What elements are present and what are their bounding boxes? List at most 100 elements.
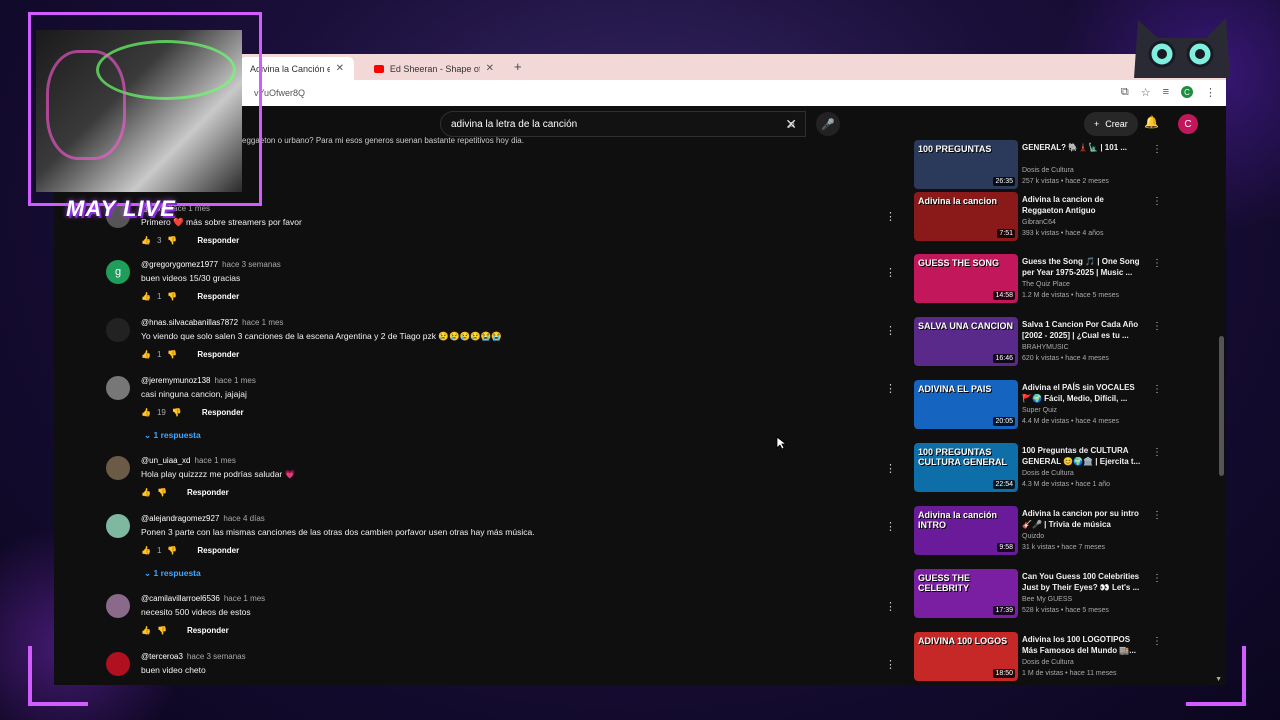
channel-name[interactable]: The Quiz Place bbox=[1022, 281, 1070, 288]
browser-menu-icon[interactable]: ⋮ bbox=[1205, 86, 1216, 99]
video-item[interactable]: 100 PREGUNTAS 26:35 GENERAL? 🐘🗼🗽 | 101 ..… bbox=[914, 140, 1164, 196]
avatar[interactable] bbox=[106, 594, 130, 618]
video-thumbnail[interactable]: GUESS THE CELEBRITY 17:39 bbox=[914, 569, 1018, 618]
video-thumbnail[interactable]: ADIVINA EL PAIS 20:05 bbox=[914, 380, 1018, 429]
more-options-icon[interactable]: ⋮ bbox=[1152, 573, 1162, 584]
video-title[interactable]: GENERAL? 🐘🗼🗽 | 101 ... bbox=[1022, 142, 1146, 153]
comment-time[interactable]: hace 4 días bbox=[223, 514, 264, 523]
comment-time[interactable]: hace 1 mes bbox=[195, 456, 236, 465]
video-thumbnail[interactable]: 100 PREGUNTAS 26:35 bbox=[914, 140, 1018, 189]
queue-icon[interactable]: ≡ bbox=[1163, 86, 1169, 99]
video-item[interactable]: Adivina la cancion 7:51 Adivina la cancio… bbox=[914, 192, 1164, 248]
video-title[interactable]: Salva 1 Cancion Por Cada Año [2002 - 202… bbox=[1022, 319, 1146, 341]
more-options-icon[interactable]: ⋮ bbox=[1152, 636, 1162, 647]
close-icon[interactable]: ✕ bbox=[336, 63, 344, 74]
more-options-icon[interactable]: ⋮ bbox=[885, 382, 896, 395]
more-options-icon[interactable]: ⋮ bbox=[885, 462, 896, 475]
dislike-icon[interactable]: 👎 bbox=[167, 546, 177, 555]
channel-name[interactable]: Dosis de Cultura bbox=[1022, 167, 1074, 174]
video-item[interactable]: Adivina la canción INTRO 9:58 Adivina la … bbox=[914, 506, 1164, 562]
dislike-icon[interactable]: 👎 bbox=[167, 236, 177, 245]
video-thumbnail[interactable]: SALVA UNA CANCION 16:46 bbox=[914, 317, 1018, 366]
create-button[interactable]: + Crear bbox=[1084, 112, 1138, 136]
video-thumbnail[interactable]: 100 PREGUNTAS CULTURA GENERAL 22:54 bbox=[914, 443, 1018, 492]
dislike-icon[interactable]: 👎 bbox=[167, 350, 177, 359]
like-icon[interactable]: 👍 bbox=[141, 408, 151, 417]
more-options-icon[interactable]: ⋮ bbox=[1152, 321, 1162, 332]
avatar[interactable] bbox=[106, 514, 130, 538]
more-options-icon[interactable]: ⋮ bbox=[1152, 258, 1162, 269]
comment-author[interactable]: @jeremymunoz138 bbox=[141, 376, 210, 385]
channel-name[interactable]: Bee My GUESS bbox=[1022, 596, 1072, 603]
reply-button[interactable]: Responder bbox=[187, 626, 229, 635]
video-item[interactable]: 100 PREGUNTAS CULTURA GENERAL 22:54 100 P… bbox=[914, 443, 1164, 499]
reply-button[interactable]: Responder bbox=[197, 546, 239, 555]
more-options-icon[interactable]: ⋮ bbox=[885, 520, 896, 533]
avatar[interactable] bbox=[106, 456, 130, 480]
video-title[interactable]: Adivina la cancion de Reggaeton Antiguo bbox=[1022, 194, 1146, 216]
video-item[interactable]: ADIVINA EL PAIS 20:05 Adivina el PAÍS sin… bbox=[914, 380, 1164, 436]
avatar[interactable] bbox=[106, 652, 130, 676]
channel-name[interactable]: Dosis de Cultura bbox=[1022, 659, 1074, 666]
dislike-icon[interactable]: 👎 bbox=[167, 292, 177, 301]
more-options-icon[interactable]: ⋮ bbox=[1152, 510, 1162, 521]
comment-time[interactable]: hace 1 mes bbox=[224, 594, 265, 603]
tab-ed-sheeran[interactable]: Ed Sheeran - Shape of You [Off ✕ bbox=[364, 57, 504, 80]
new-tab-button[interactable]: + bbox=[514, 59, 522, 74]
avatar[interactable]: g bbox=[106, 260, 130, 284]
dislike-icon[interactable]: 👎 bbox=[157, 626, 167, 635]
video-title[interactable]: Adivina la cancion por su intro 🎸🎤 | Tri… bbox=[1022, 508, 1146, 530]
bell-icon[interactable]: 🔔 bbox=[1144, 115, 1159, 129]
channel-name[interactable]: Dosis de Cultura bbox=[1022, 470, 1074, 477]
like-icon[interactable]: 👍 bbox=[141, 626, 151, 635]
search-input[interactable]: adivina la letra de la canción ✕ bbox=[440, 111, 806, 137]
comment-time[interactable]: hace 3 semanas bbox=[222, 260, 281, 269]
reply-button[interactable]: Responder bbox=[197, 292, 239, 301]
avatar[interactable] bbox=[106, 318, 130, 342]
close-icon[interactable]: ✕ bbox=[486, 63, 494, 74]
bookmark-star-icon[interactable]: ☆ bbox=[1141, 86, 1151, 99]
video-item[interactable]: GUESS THE SONG 14:58 Guess the Song 🎵 | O… bbox=[914, 254, 1164, 310]
profile-avatar[interactable]: C bbox=[1181, 86, 1193, 98]
channel-name[interactable]: BRAHYMUSIC bbox=[1022, 344, 1069, 351]
search-button[interactable]: ⌕ bbox=[774, 111, 810, 137]
comment-time[interactable]: hace 3 semanas bbox=[187, 652, 246, 661]
dislike-icon[interactable]: 👎 bbox=[157, 488, 167, 497]
comment-author[interactable]: @un_uiaa_xd bbox=[141, 456, 191, 465]
comment-author[interactable]: @gregorygomez1977 bbox=[141, 260, 218, 269]
channel-name[interactable]: GibranC64 bbox=[1022, 219, 1056, 226]
video-thumbnail[interactable]: GUESS THE SONG 14:58 bbox=[914, 254, 1018, 303]
cast-icon[interactable]: ⧉ bbox=[1121, 86, 1129, 99]
more-options-icon[interactable]: ⋮ bbox=[1152, 144, 1162, 155]
reply-button[interactable]: Responder bbox=[187, 488, 229, 497]
video-item[interactable]: ADIVINA 100 LOGOS 18:50 Adivina los 100 L… bbox=[914, 632, 1164, 685]
voice-search-button[interactable]: 🎤 bbox=[816, 112, 840, 136]
like-icon[interactable]: 👍 bbox=[141, 236, 151, 245]
video-item[interactable]: GUESS THE CELEBRITY 17:39 Can You Guess 1… bbox=[914, 569, 1164, 625]
comment-author[interactable]: @terceroa3 bbox=[141, 652, 183, 661]
comment-author[interactable]: @camilavillarroel6536 bbox=[141, 594, 220, 603]
comment-author[interactable]: @hnas.silvacabanillas7872 bbox=[141, 318, 238, 327]
more-options-icon[interactable]: ⋮ bbox=[885, 600, 896, 613]
reply-button[interactable]: Responder bbox=[197, 350, 239, 359]
more-options-icon[interactable]: ⋮ bbox=[885, 324, 896, 337]
video-title[interactable]: Adivina los 100 LOGOTIPOS Más Famosos de… bbox=[1022, 634, 1146, 656]
channel-name[interactable]: Super Quiz bbox=[1022, 407, 1057, 414]
page-scrollbar[interactable] bbox=[1219, 336, 1224, 476]
more-options-icon[interactable]: ⋮ bbox=[885, 210, 896, 223]
video-thumbnail[interactable]: Adivina la canción INTRO 9:58 bbox=[914, 506, 1018, 555]
more-options-icon[interactable]: ⋮ bbox=[885, 658, 896, 671]
video-thumbnail[interactable]: ADIVINA 100 LOGOS 18:50 bbox=[914, 632, 1018, 681]
video-item[interactable]: SALVA UNA CANCION 16:46 Salva 1 Cancion P… bbox=[914, 317, 1164, 373]
video-title[interactable]: Can You Guess 100 Celebrities Just by Th… bbox=[1022, 571, 1146, 593]
dislike-icon[interactable]: 👎 bbox=[172, 408, 182, 417]
video-title[interactable]: Guess the Song 🎵 | One Song per Year 197… bbox=[1022, 256, 1146, 278]
like-icon[interactable]: 👍 bbox=[141, 292, 151, 301]
replies-toggle[interactable]: ⌄ 1 respuesta bbox=[144, 430, 201, 441]
video-title[interactable]: Adivina el PAÍS sin VOCALES 🚩🌍 Fácil, Me… bbox=[1022, 382, 1146, 404]
reply-button[interactable]: Responder bbox=[202, 408, 244, 417]
user-avatar[interactable]: C bbox=[1178, 114, 1198, 134]
like-icon[interactable]: 👍 bbox=[141, 350, 151, 359]
comment-author[interactable]: @alejandragomez927 bbox=[141, 514, 219, 523]
more-options-icon[interactable]: ⋮ bbox=[1152, 447, 1162, 458]
